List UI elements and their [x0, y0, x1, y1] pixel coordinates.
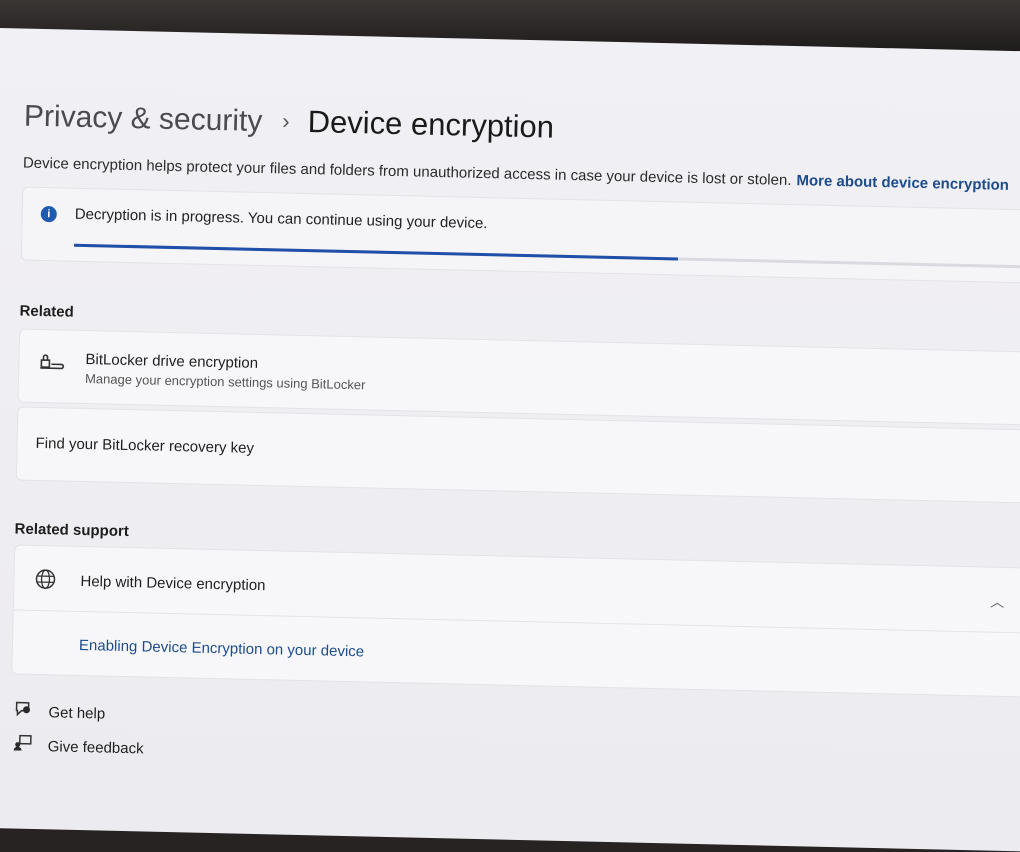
page-title: Device encryption: [307, 104, 554, 145]
support-divider: [14, 609, 1020, 634]
give-feedback-label: Give feedback: [48, 738, 144, 757]
chevron-up-icon[interactable]: ︿: [990, 592, 1004, 612]
bitlocker-key-icon: [39, 354, 65, 371]
get-help-link[interactable]: Get help: [14, 701, 105, 723]
help-device-encryption[interactable]: Help with Device encryption: [80, 573, 265, 594]
more-about-link[interactable]: More about device encryption: [796, 172, 1009, 194]
progress-fill: [74, 244, 678, 261]
get-help-label: Get help: [48, 704, 105, 722]
help-chat-icon: [14, 701, 34, 721]
encryption-status-bar: i Decryption is in progress. You can con…: [21, 187, 1020, 285]
related-heading: Related: [19, 303, 74, 321]
bitlocker-subtitle: Manage your encryption settings using Bi…: [85, 371, 366, 392]
feedback-icon: [14, 734, 34, 754]
description-text: Device encryption helps protect your fil…: [23, 155, 792, 189]
related-support-heading: Related support: [14, 520, 129, 540]
page-description: Device encryption helps protect your fil…: [23, 155, 1009, 194]
progress-track: [74, 244, 1020, 269]
status-message: Decryption is in progress. You can conti…: [75, 206, 488, 232]
give-feedback-link[interactable]: Give feedback: [14, 734, 144, 757]
related-support-card: Help with Device encryption ︿ Enabling D…: [11, 544, 1020, 698]
bitlocker-title: BitLocker drive encryption: [85, 351, 258, 372]
breadcrumb-separator-icon: ›: [282, 108, 290, 133]
settings-page: Privacy & security › Device encryption Dev…: [0, 28, 1020, 852]
globe-icon: [34, 568, 56, 590]
info-icon: i: [41, 206, 57, 222]
enabling-device-encryption-link[interactable]: Enabling Device Encryption on your devic…: [79, 637, 364, 660]
breadcrumb: Privacy & security › Device encryption: [24, 97, 555, 150]
recovery-key-title: Find your BitLocker recovery key: [35, 435, 254, 457]
breadcrumb-parent[interactable]: Privacy & security: [24, 100, 263, 138]
